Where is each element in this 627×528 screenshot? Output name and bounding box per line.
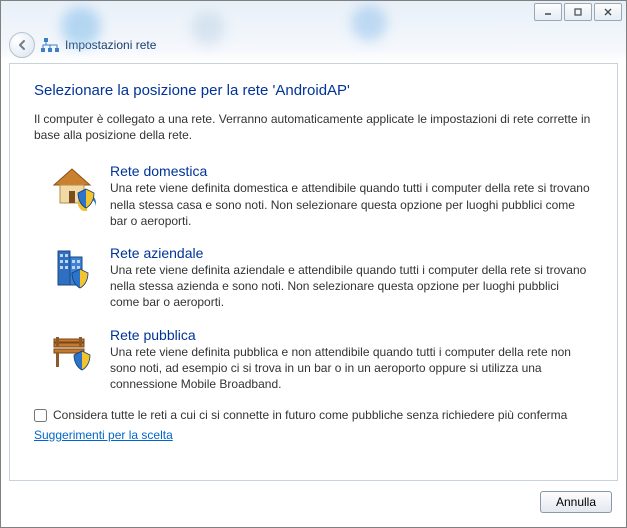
network-settings-icon [41,36,59,54]
option-work-title: Rete aziendale [110,245,591,261]
wizard-header: Impostazioni rete [1,29,626,61]
work-network-icon [48,245,96,293]
header-title: Impostazioni rete [65,38,156,52]
option-public-network[interactable]: Rete pubblica Una rete viene definita pu… [34,321,593,403]
close-button[interactable] [594,3,622,21]
option-work-desc: Una rete viene definita aziendale e atte… [110,262,591,311]
option-home-desc: Una rete viene definita domestica e atte… [110,180,591,229]
cancel-button[interactable]: Annulla [540,491,612,513]
public-network-icon [48,327,96,375]
option-public-desc: Una rete viene definita pubblica e non a… [110,344,591,393]
minimize-button[interactable] [534,3,562,21]
back-button[interactable] [9,32,35,58]
treat-future-public-row: Considera tutte le reti a cui ci si conn… [34,408,593,422]
maximize-button[interactable] [564,3,592,21]
option-home-network[interactable]: Rete domestica Una rete viene definita d… [34,157,593,239]
content-panel: Selezionare la posizione per la rete 'An… [9,63,618,481]
dialog-window: Impostazioni rete Selezionare la posizio… [0,0,627,528]
home-network-icon [48,163,96,211]
intro-text: Il computer è collegato a una rete. Verr… [34,111,593,143]
titlebar [1,1,626,29]
dialog-footer: Annulla [9,485,618,519]
option-public-title: Rete pubblica [110,327,591,343]
treat-future-public-checkbox[interactable] [34,409,47,422]
option-work-network[interactable]: Rete aziendale Una rete viene definita a… [34,239,593,321]
page-title: Selezionare la posizione per la rete 'An… [34,82,593,99]
treat-future-public-label: Considera tutte le reti a cui ci si conn… [53,408,567,422]
help-link[interactable]: Suggerimenti per la scelta [34,428,173,442]
option-home-title: Rete domestica [110,163,591,179]
